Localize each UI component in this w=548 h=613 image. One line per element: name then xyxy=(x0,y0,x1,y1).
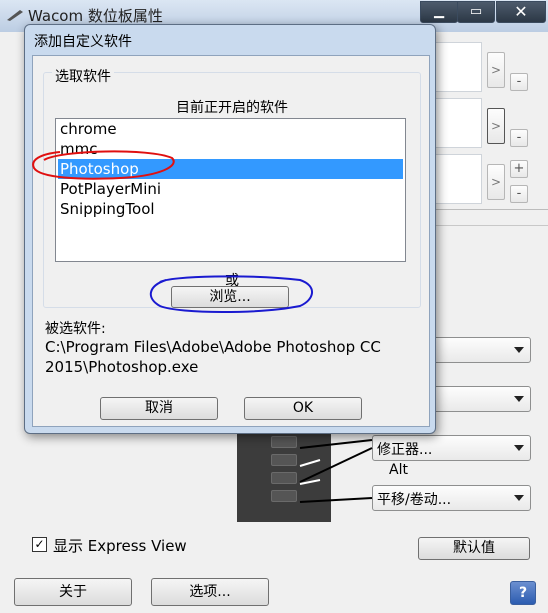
annotation-overlay xyxy=(32,150,313,313)
browse-highlight-circle xyxy=(150,275,313,313)
photoshop-highlight-circle xyxy=(32,150,175,180)
